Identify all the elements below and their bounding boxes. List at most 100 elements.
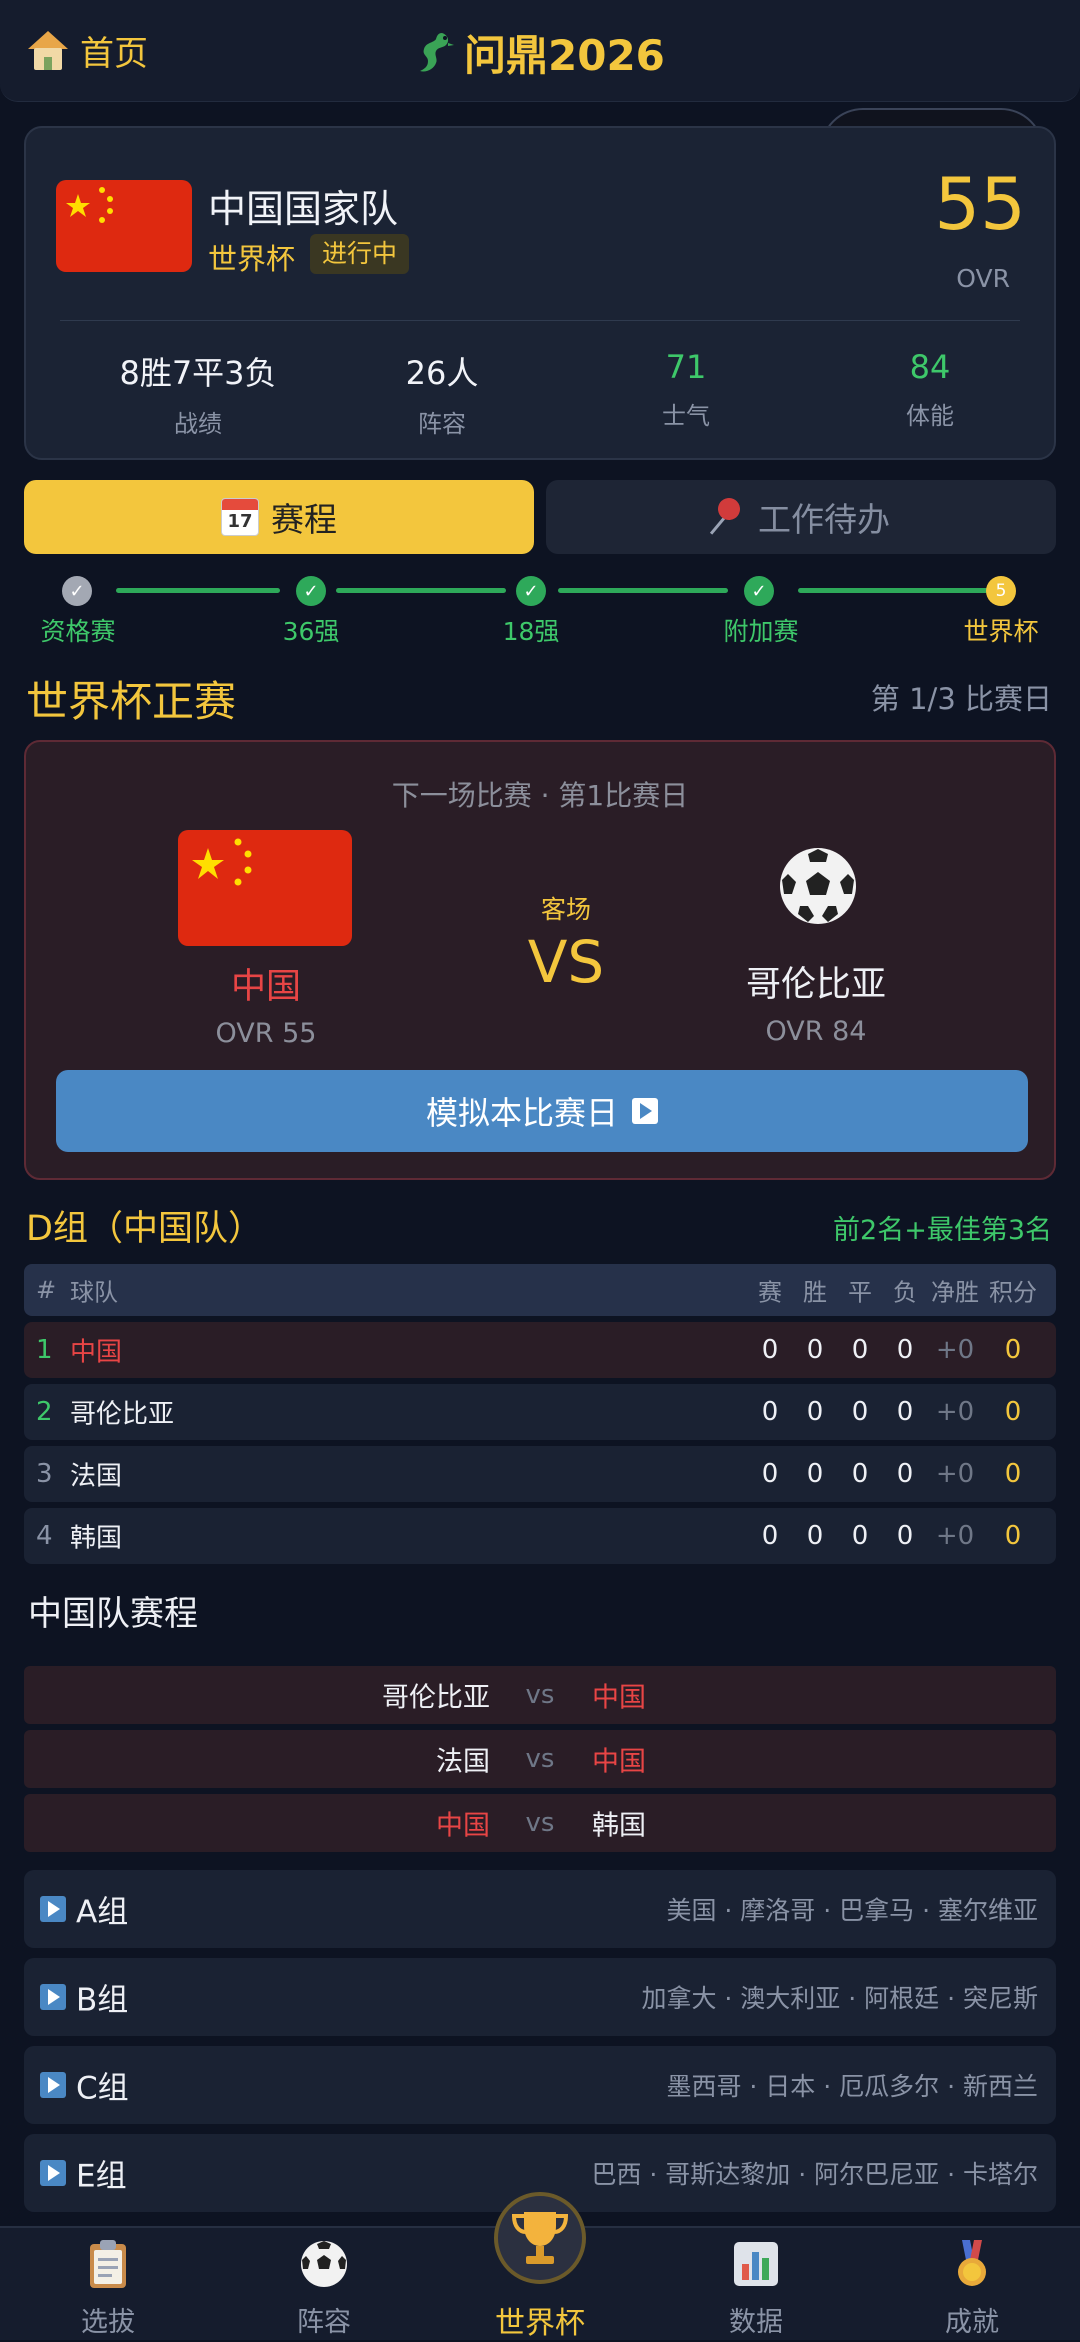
section-title: 世界杯正赛 — [26, 677, 237, 726]
stage-playoff-check-icon: ✓ — [744, 576, 774, 606]
away-team-ovr: OVR 84 — [765, 1016, 867, 1047]
stat-morale: 71 士气 — [566, 348, 806, 431]
home-button[interactable]: 首页 — [28, 26, 148, 75]
bottom-navigation: 选拔 阵容 世界杯 数据 成就 — [0, 2192, 1080, 2342]
fixture-list: 哥伦比亚 vs 中国 法国 vs 中国 中国 vs 韩国 — [24, 1666, 1056, 1858]
header-won: 胜 — [803, 1278, 827, 1307]
stage-qualifier-check-icon: ✓ — [62, 576, 92, 606]
soccer-ball-icon — [780, 848, 856, 924]
table-row[interactable]: 4 韩国 0 0 0 0 +0 0 — [24, 1508, 1056, 1564]
other-groups-list: A组 美国 · 摩洛哥 · 巴拿马 · 塞尔维亚 B组 加拿大 · 澳大利亚 ·… — [24, 1870, 1056, 2222]
calendar-icon: 17 — [221, 498, 259, 536]
tab-schedule[interactable]: 17 赛程 — [24, 480, 534, 554]
soccer-ball-icon — [301, 2241, 347, 2287]
group-item-c[interactable]: C组 墨西哥 · 日本 · 厄瓜多尔 · 新西兰 — [24, 2046, 1056, 2124]
progress-line — [798, 588, 988, 593]
expand-play-icon — [40, 1984, 66, 2010]
competition-label: 世界杯 — [208, 242, 296, 276]
venue-label: 客场 — [540, 895, 591, 924]
dragon-icon — [420, 32, 454, 72]
next-match-subtitle: 下一场比赛 · 第1比赛日 — [391, 779, 689, 812]
simulate-button-label: 模拟本比赛日 — [425, 1094, 618, 1132]
stage-label: 18强 — [502, 617, 560, 646]
fixture-row[interactable]: 哥伦比亚 vs 中国 — [24, 1666, 1056, 1724]
stat-squad-label: 阵容 — [418, 410, 466, 438]
stage-label: 世界杯 — [963, 617, 1039, 646]
home-label: 首页 — [80, 34, 148, 74]
group-item-b[interactable]: B组 加拿大 · 澳大利亚 · 阿根廷 · 突尼斯 — [24, 1958, 1056, 2036]
progress-line — [116, 588, 280, 593]
schedule-title: 中国队赛程 — [28, 1594, 198, 1634]
medal-icon — [958, 2240, 986, 2286]
expand-play-icon — [40, 2072, 66, 2098]
header-team: 球队 — [70, 1278, 118, 1307]
stage-top36-check-icon: ✓ — [296, 576, 326, 606]
expand-play-icon — [40, 1896, 66, 1922]
header-gd: 净胜 — [931, 1278, 979, 1307]
table-row[interactable]: 3 法国 0 0 0 0 +0 0 — [24, 1446, 1056, 1502]
stat-morale-label: 士气 — [662, 402, 710, 430]
header-lost: 负 — [893, 1278, 917, 1307]
stat-fitness-value: 84 — [909, 348, 951, 386]
tab-todo-label: 工作待办 — [758, 500, 890, 539]
team-summary-card: 中国国家队 世界杯 进行中 55 OVR 8胜7平3负 战绩 26人 阵容 71… — [24, 126, 1056, 460]
status-badge: 进行中 — [310, 234, 410, 274]
stat-squad-value: 26人 — [405, 354, 479, 392]
china-flag — [56, 180, 192, 272]
pushpin-icon — [709, 493, 746, 536]
house-icon — [28, 30, 68, 71]
table-row[interactable]: 1 中国 0 0 0 0 +0 0 — [24, 1322, 1056, 1378]
stage-label: 资格赛 — [40, 617, 116, 646]
home-team-flag — [178, 830, 352, 946]
team-ovr-label: OVR — [956, 264, 1010, 293]
app-brand: 问鼎2026 — [412, 22, 665, 83]
team-ovr-value: 55 — [934, 162, 1026, 246]
header-drawn: 平 — [848, 1278, 872, 1307]
team-name: 中国国家队 — [208, 187, 399, 231]
card-divider — [60, 320, 1020, 321]
home-team-ovr: OVR 55 — [215, 1018, 317, 1049]
nav-item-selection[interactable]: 选拔 — [0, 2228, 216, 2342]
progress-line — [336, 588, 506, 593]
home-team-name: 中国 — [230, 967, 301, 1007]
progress-line — [558, 588, 728, 593]
group-item-a[interactable]: A组 美国 · 摩洛哥 · 巴拿马 · 塞尔维亚 — [24, 1870, 1056, 1948]
expand-play-icon — [40, 2160, 66, 2186]
fixture-row[interactable]: 中国 vs 韩国 — [24, 1794, 1056, 1852]
bar-chart-icon — [734, 2242, 778, 2286]
top-bar: 首页 问鼎2026 — [0, 0, 1080, 102]
stage-label: 36强 — [282, 617, 340, 646]
trophy-icon[interactable] — [494, 2192, 586, 2284]
header-played: 赛 — [758, 1278, 782, 1307]
fixture-row[interactable]: 法国 vs 中国 — [24, 1730, 1056, 1788]
stat-fitness: 84 体能 — [810, 348, 1050, 431]
stat-record: 8胜7平3负 战绩 — [78, 348, 318, 439]
group-rule: 前2名+最佳第3名 — [833, 1215, 1052, 1246]
next-match-card: 下一场比赛 · 第1比赛日 中国 OVR 55 客场 VS 哥伦比亚 OVR 8… — [24, 740, 1056, 1180]
header-rank: # — [36, 1276, 57, 1304]
app-title: 问鼎2026 — [464, 31, 665, 80]
stat-record-value: 8胜7平3负 — [119, 354, 277, 392]
tournament-progress: ✓ ✓ ✓ ✓ 5 资格赛 36强 18强 附加赛 世界杯 — [24, 570, 1056, 650]
away-team-name: 哥伦比亚 — [745, 965, 886, 1005]
nav-item-achievements[interactable]: 成就 — [864, 2228, 1080, 2342]
table-header: # 球队 赛 胜 平 负 净胜 积分 — [24, 1264, 1056, 1316]
header-pts: 积分 — [989, 1278, 1037, 1307]
vs-label: VS — [527, 928, 605, 996]
tab-schedule-label: 赛程 — [271, 500, 337, 539]
simulate-matchday-button[interactable]: 模拟本比赛日 — [56, 1070, 1028, 1152]
clipboard-icon — [90, 2240, 126, 2288]
stage-worldcup-number: 5 — [986, 576, 1016, 606]
group-title: D组（中国队） — [26, 1209, 263, 1249]
stat-fitness-label: 体能 — [906, 402, 954, 430]
nav-item-data[interactable]: 数据 — [648, 2228, 864, 2342]
stage-label: 附加赛 — [723, 617, 799, 646]
matchday-info: 第 1/3 比赛日 — [870, 682, 1052, 716]
tab-todo[interactable]: 工作待办 — [546, 480, 1056, 554]
stat-record-label: 战绩 — [174, 410, 222, 438]
nav-item-squad[interactable]: 阵容 — [216, 2228, 432, 2342]
stage-top18-check-icon: ✓ — [516, 576, 546, 606]
stat-morale-value: 71 — [665, 348, 707, 386]
play-icon — [632, 1098, 658, 1124]
table-row[interactable]: 2 哥伦比亚 0 0 0 0 +0 0 — [24, 1384, 1056, 1440]
